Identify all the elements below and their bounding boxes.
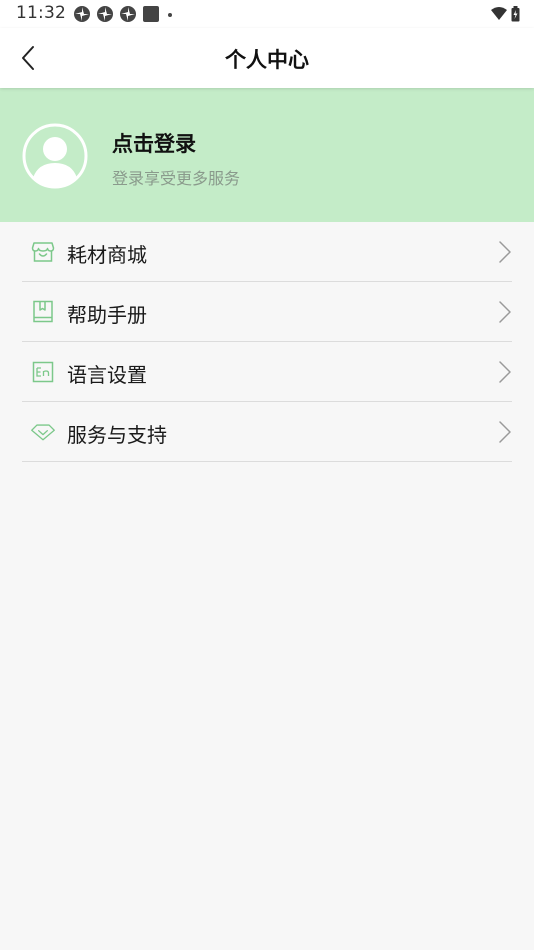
status-time: 11:32 (16, 3, 66, 23)
menu-list: 耗材商城 帮助手册 语言设置 服务与支持 (22, 222, 512, 462)
menu-item-consumables-store[interactable]: 耗材商城 (22, 222, 512, 282)
pinwheel-icon (97, 6, 113, 22)
menu-item-service-support[interactable]: 服务与支持 (22, 402, 512, 462)
menu-item-language-settings[interactable]: 语言设置 (22, 342, 512, 402)
menu-item-label: 帮助手册 (67, 303, 147, 327)
chevron-right-icon (499, 421, 511, 443)
language-icon (30, 359, 56, 385)
menu-item-label: 耗材商城 (67, 243, 147, 267)
store-icon (30, 239, 56, 265)
avatar (22, 123, 88, 189)
battery-icon (511, 6, 520, 22)
diamond-icon (30, 419, 56, 445)
screen: 11:32 个人中心 点击登录 登录享受更多服务 耗材商城 帮助手册 语言设置 … (0, 0, 534, 950)
pinwheel-icon (74, 6, 90, 22)
chevron-right-icon (499, 301, 511, 323)
wifi-icon (491, 7, 507, 20)
app-header: 个人中心 (0, 28, 534, 88)
menu-item-label: 服务与支持 (67, 423, 167, 447)
system-icons (491, 5, 520, 23)
book-icon (30, 299, 56, 325)
dot-icon (168, 13, 172, 17)
page-title: 个人中心 (225, 48, 309, 72)
notification-icons (73, 5, 175, 23)
chevron-right-icon (499, 361, 511, 383)
pinwheel-icon (120, 6, 136, 22)
status-bar: 11:32 (0, 0, 534, 28)
login-subtitle: 登录享受更多服务 (112, 169, 241, 188)
square-icon (143, 6, 159, 22)
chevron-right-icon (499, 241, 511, 263)
menu-item-label: 语言设置 (67, 363, 147, 387)
menu-item-help-manual[interactable]: 帮助手册 (22, 282, 512, 342)
login-prompt[interactable]: 点击登录 (112, 128, 196, 158)
profile-login-card[interactable]: 点击登录 登录享受更多服务 (0, 88, 534, 222)
user-avatar-icon (22, 123, 88, 189)
